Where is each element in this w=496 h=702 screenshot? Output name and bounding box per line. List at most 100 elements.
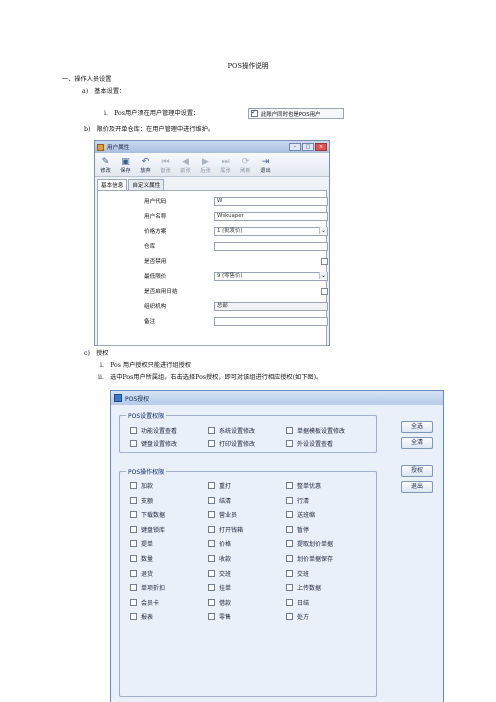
perm-checkbox[interactable]: 划价单据保存 xyxy=(286,554,333,563)
window-title: POS授权 xyxy=(125,395,150,403)
perm-checkbox[interactable]: 交班 xyxy=(208,569,231,578)
perm-checkbox[interactable]: 送班缩 xyxy=(286,510,315,519)
warehouse-field[interactable] xyxy=(214,241,328,251)
org-field[interactable]: 总部 xyxy=(214,301,328,311)
clear-all-button[interactable]: 全清 xyxy=(401,437,433,449)
perm-checkbox[interactable]: 收款 xyxy=(208,554,231,563)
item-a: a) 基本设置： xyxy=(82,88,126,95)
perm-checkbox[interactable]: 提单 xyxy=(130,539,153,548)
item-c-ii: ii. 选中Pos用户所属组，右击选择Pos授权，即可对该组进行相应授权(如下图… xyxy=(98,374,323,381)
item-a-i: i. Pos用户须在用户管理中设置： xyxy=(104,110,200,117)
toolbar-undo-button[interactable]: ↶ 放弃 xyxy=(137,157,154,174)
first-icon: ⏮ xyxy=(161,157,170,167)
min-price-label: 最低限价 xyxy=(144,274,167,280)
perm-checkbox[interactable]: 交班 xyxy=(286,569,309,578)
warehouse-label: 仓库 xyxy=(144,244,156,250)
authorize-button[interactable]: 授权 xyxy=(401,465,433,477)
item-b: b) 限价及开单仓库：在用户管理中进行维护。 xyxy=(84,126,215,133)
perm-checkbox[interactable]: 加款 xyxy=(130,481,153,490)
perm-checkbox[interactable]: 零售 xyxy=(208,612,231,621)
perm-checkbox[interactable]: 挂单 xyxy=(208,583,231,592)
perm-checkbox[interactable]: 外设设置查看 xyxy=(286,439,333,448)
pos-operations-group-title: POS操作权限 xyxy=(126,467,167,476)
row-warehouse: 仓库 xyxy=(144,241,330,251)
perm-checkbox[interactable]: 营业员 xyxy=(208,510,237,519)
perm-checkbox[interactable]: 键盘设置修改 xyxy=(130,439,177,448)
row-price-plan: 价格方案 1 (批发价) xyxy=(144,226,330,236)
perm-checkbox[interactable]: 会员卡 xyxy=(130,598,159,607)
maximize-button[interactable]: □ xyxy=(302,143,314,151)
min-price-select[interactable]: 9 (零售价) xyxy=(214,271,328,281)
perm-checkbox[interactable]: 数量 xyxy=(130,554,153,563)
toolbar-refresh-button[interactable]: ⟳ 刷新 xyxy=(237,157,254,174)
perm-checkbox[interactable]: 系统设置修改 xyxy=(208,426,255,435)
perm-checkbox[interactable]: 提取划价单据 xyxy=(286,539,333,548)
perm-checkbox[interactable]: 上传数据 xyxy=(286,583,321,592)
row-disabled: 是否禁用 xyxy=(144,256,330,266)
perm-checkbox[interactable]: 单据模板设置修改 xyxy=(286,426,345,435)
perm-checkbox[interactable]: 整单优惠 xyxy=(286,481,321,490)
user-form: 用户代码 W 用户名称 Wskuaper 价格方案 1 (批发价) 仓库 是否禁… xyxy=(97,190,330,346)
perm-checkbox[interactable]: 功能设置查看 xyxy=(130,426,177,435)
minimize-button[interactable]: – xyxy=(289,143,301,151)
exit-button[interactable]: 退出 xyxy=(401,481,433,493)
disabled-checkbox[interactable] xyxy=(321,257,328,265)
pos-user-checkbox-image: 此账户同时也是POS用户 xyxy=(248,108,344,119)
org-label: 组织机构 xyxy=(144,304,167,310)
pos-user-checkbox-label: 此账户同时也是POS用户 xyxy=(261,111,321,118)
note-field[interactable] xyxy=(214,316,328,326)
price-plan-select[interactable]: 1 (批发价) xyxy=(214,226,328,236)
toolbar-last-button[interactable]: ⏭ 尾张 xyxy=(217,157,234,174)
close-button[interactable]: × xyxy=(315,143,327,151)
toolbar-first-button[interactable]: ⏮ 首张 xyxy=(157,157,174,174)
item-c: c) 授权 xyxy=(84,350,109,357)
perm-checkbox[interactable]: 打开钱箱 xyxy=(208,525,243,534)
toolbar-prev-button[interactable]: ◀ 前张 xyxy=(177,157,194,174)
daily-close-checkbox[interactable] xyxy=(321,287,328,295)
perm-checkbox[interactable]: 下载数据 xyxy=(130,510,165,519)
user-name-field[interactable]: Wskuaper xyxy=(214,211,328,221)
perm-checkbox[interactable]: 日结 xyxy=(286,598,309,607)
toolbar-exit-button[interactable]: ⇥ 退出 xyxy=(257,157,274,174)
window-titlebar: 用户属性 – □ × xyxy=(95,141,329,153)
perm-checkbox[interactable]: 结清 xyxy=(208,496,231,505)
perm-checkbox[interactable]: 键盘锁库 xyxy=(130,525,165,534)
select-all-button[interactable]: 全选 xyxy=(401,421,433,433)
item-c-i: i. Pos 用户授权只能进行组授权 xyxy=(100,362,191,369)
toolbar: ✎ 修改 ▣ 保存 ↶ 放弃 ⏮ 首张 ◀ 前张 ▶ 后张 ⏭ 尾张 ⟳ 刷新 ⇥ 退出 xyxy=(95,153,329,177)
toolbar-save-button[interactable]: ▣ 保存 xyxy=(117,157,134,174)
toolbar-next-button[interactable]: ▶ 后张 xyxy=(197,157,214,174)
window-title: 用户属性 xyxy=(107,145,130,151)
tab-custom-attributes[interactable]: 自定义属性 xyxy=(128,179,165,190)
price-plan-label: 价格方案 xyxy=(144,229,167,235)
note-label: 备注 xyxy=(144,319,156,325)
row-user-code: 用户代码 W xyxy=(144,196,330,206)
tab-basic-info[interactable]: 基本信息 xyxy=(97,179,128,190)
refresh-icon: ⟳ xyxy=(241,157,250,167)
tab-strip: 基本信息 自定义属性 xyxy=(95,177,329,190)
checkbox-checked-icon xyxy=(251,108,258,117)
perm-checkbox[interactable]: 报表 xyxy=(130,612,153,621)
perm-checkbox[interactable]: 行清 xyxy=(286,496,309,505)
perm-checkbox[interactable]: 单项折扣 xyxy=(130,583,165,592)
perm-checkbox[interactable]: 处方 xyxy=(286,612,309,621)
row-user-name: 用户名称 Wskuaper xyxy=(144,211,330,221)
perm-checkbox[interactable]: 退货 xyxy=(130,569,153,578)
exit-icon: ⇥ xyxy=(261,157,270,167)
pos-operations-group: POS操作权限 加款 重打 整单优惠支额 结清 行清下载数据 营业员 送班缩键盘锁库 打开钱箱… xyxy=(119,467,377,697)
row-note: 备注 xyxy=(144,316,330,326)
pos-settings-group-title: POS设置权限 xyxy=(126,411,167,420)
perm-checkbox[interactable]: 价格 xyxy=(208,539,231,548)
window-titlebar: POS授权 xyxy=(111,391,443,405)
perm-checkbox[interactable]: 借款 xyxy=(208,598,231,607)
perm-checkbox[interactable]: 打印设置修改 xyxy=(208,439,255,448)
user-code-field[interactable]: W xyxy=(214,196,328,206)
toolbar-edit-button[interactable]: ✎ 修改 xyxy=(97,157,114,174)
doc-title: POS操作说明 xyxy=(227,62,269,70)
section-heading: 一、操作人员设置 xyxy=(62,76,112,83)
row-org: 组织机构 总部 xyxy=(144,301,330,311)
perm-checkbox[interactable]: 支额 xyxy=(130,496,153,505)
perm-checkbox[interactable]: 暂停 xyxy=(286,525,309,534)
app-icon xyxy=(114,394,122,402)
perm-checkbox[interactable]: 重打 xyxy=(208,481,231,490)
